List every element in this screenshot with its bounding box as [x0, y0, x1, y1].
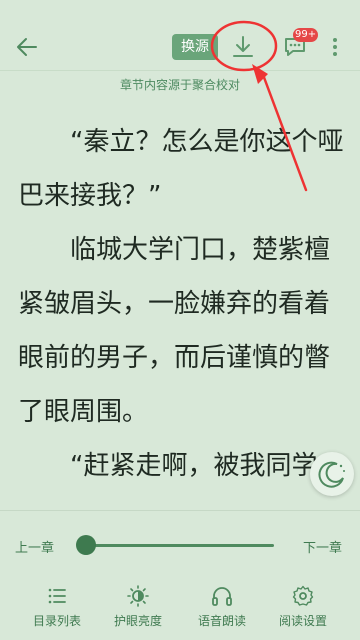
content-paragraph: “赶紧走啊，被我同学: [70, 451, 318, 481]
nav-item-reading-settings[interactable]: 阅读设置: [268, 584, 338, 636]
previous-chapter-button[interactable]: 上一章: [15, 537, 54, 556]
headphones-icon: [212, 587, 232, 606]
moon-icon: [318, 461, 345, 488]
nav-item-voice-reading[interactable]: 语音朗读: [187, 584, 257, 636]
back-arrow-icon[interactable]: [14, 34, 40, 60]
chapter-source-note: 章节内容源于聚合校对: [119, 78, 240, 92]
nav-item-catalog[interactable]: 目录列表: [22, 584, 92, 636]
swap-source-button[interactable]: 换源: [172, 34, 218, 60]
progress-track[interactable]: [86, 544, 274, 547]
chapter-progress-bar: 上一章 下一章: [0, 510, 360, 581]
night-mode-button[interactable]: [310, 452, 354, 496]
progress-thumb[interactable]: [76, 535, 96, 555]
brightness-icon: [127, 585, 149, 607]
bottom-nav: 目录列表 护眼亮度 语音朗读 阅读设置: [0, 580, 360, 640]
chapter-content: “秦立？怎么是你这个哑巴来接我？” 临城大学门口，楚紫檀紧皱眉头，一脸嫌弃的看着…: [18, 115, 346, 505]
download-icon[interactable]: [230, 34, 256, 60]
nav-item-label: 语音朗读: [197, 614, 246, 628]
nav-item-label: 目录列表: [32, 614, 81, 628]
list-icon: [48, 588, 66, 604]
nav-item-label: 阅读设置: [278, 614, 327, 628]
top-bar: 换源 99+: [0, 0, 360, 70]
next-chapter-button[interactable]: 下一章: [303, 537, 342, 556]
nav-item-label: 护眼亮度: [113, 614, 162, 628]
more-vertical-icon[interactable]: [325, 34, 345, 60]
content-paragraph: “秦立？怎么是你这个哑巴来接我？”: [18, 127, 344, 211]
gear-icon: [292, 585, 314, 606]
header-divider: [0, 70, 360, 71]
notification-badge: 99+: [293, 28, 319, 42]
content-paragraph: 临城大学门口，楚紫檀紧皱眉头，一脸嫌弃的看着眼前的男子，而后谨慎的瞥了眼周围。: [18, 235, 331, 427]
nav-item-brightness[interactable]: 护眼亮度: [103, 584, 173, 636]
